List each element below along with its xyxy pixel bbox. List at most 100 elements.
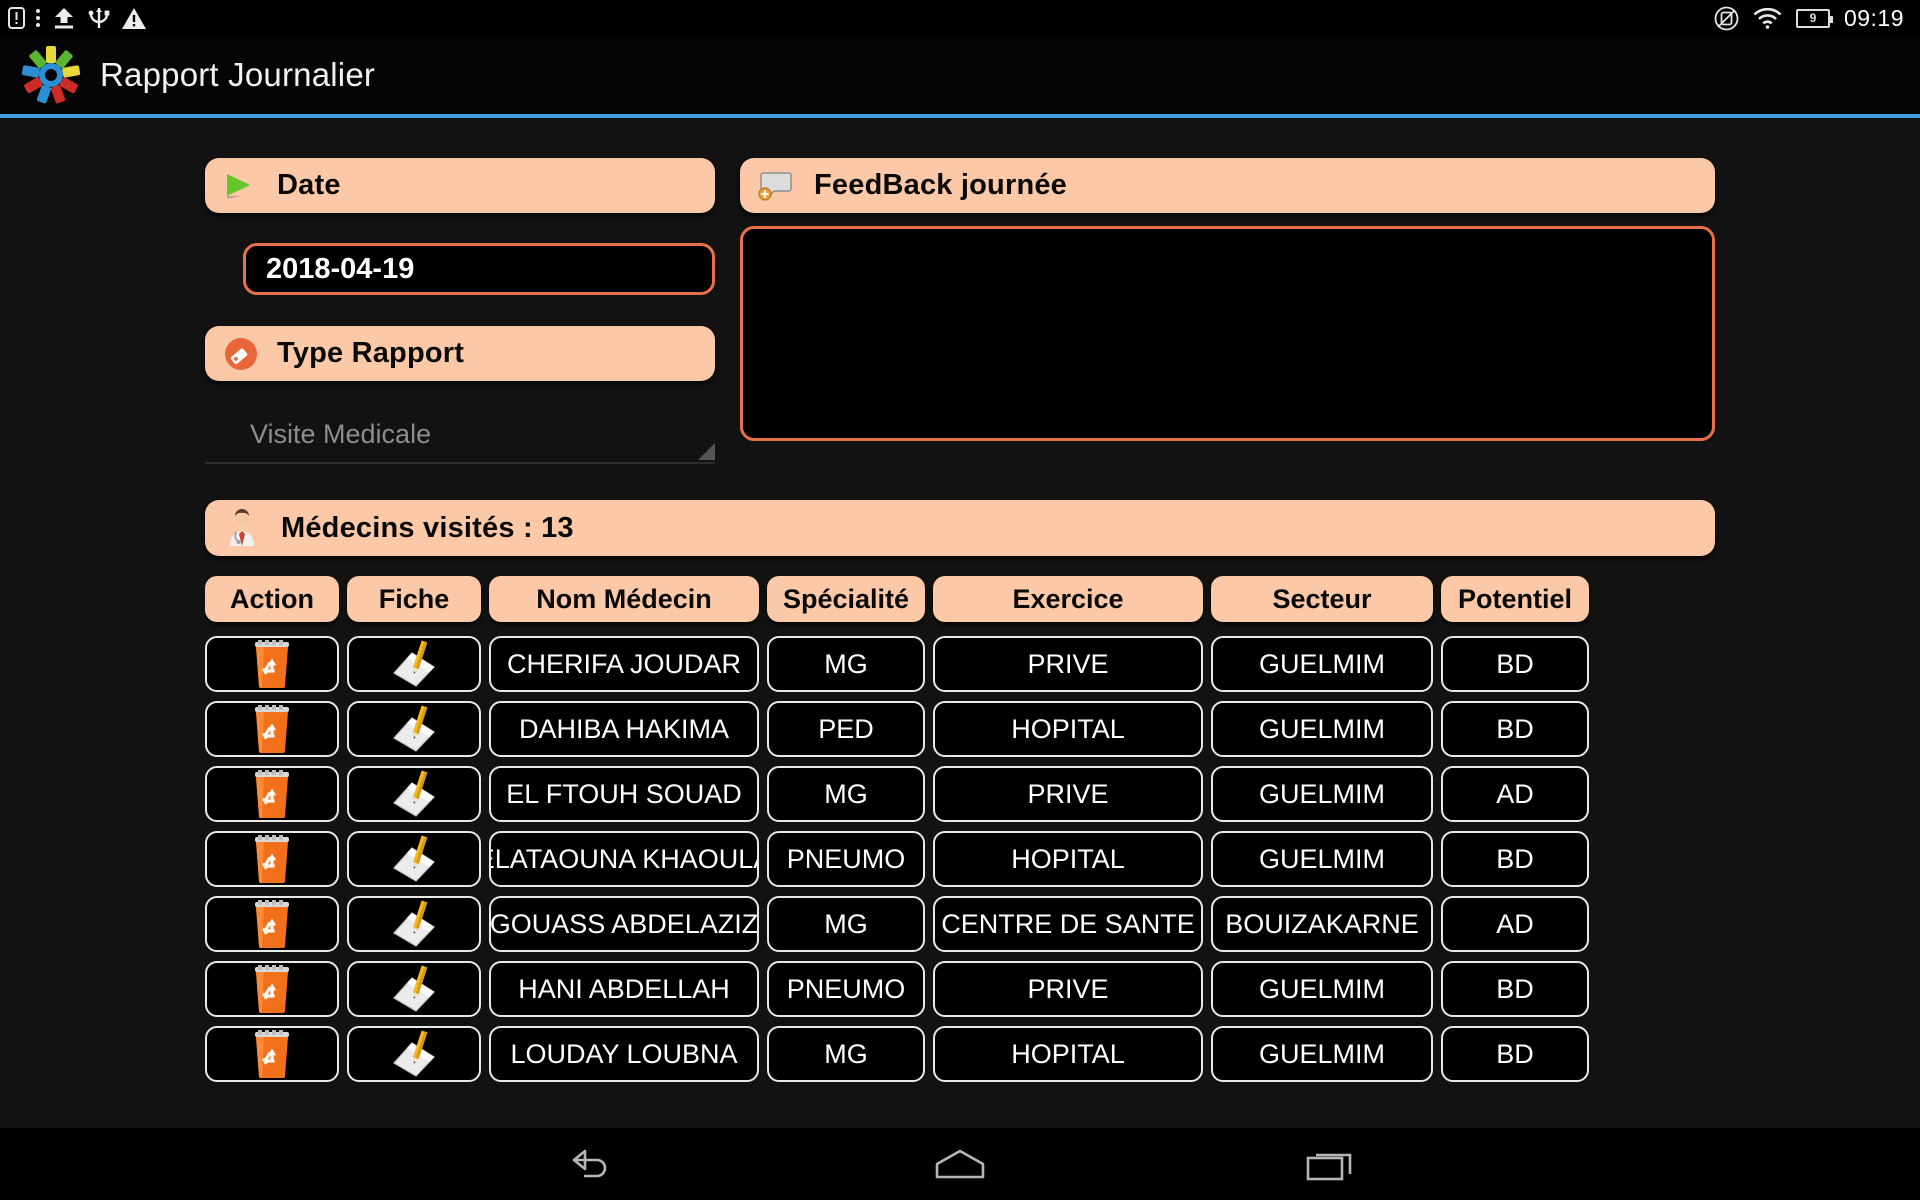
column-header-exercice[interactable]: Exercice	[933, 576, 1203, 622]
notepad-pencil-icon	[388, 834, 440, 884]
cell-exercice: HOPITAL	[933, 701, 1203, 757]
edit-fiche-button[interactable]	[347, 1026, 481, 1082]
cell-secteur: GUELMIM	[1211, 961, 1433, 1017]
cell-exercice: HOPITAL	[933, 1026, 1203, 1082]
trash-recycle-icon	[250, 770, 294, 818]
doctors-visited-bar: Médecins visités : 13	[205, 500, 1715, 556]
cell-exercice: CENTRE DE SANTE	[933, 896, 1203, 952]
cell-specialite: PNEUMO	[767, 961, 925, 1017]
cell-potentiel: BD	[1441, 636, 1589, 692]
cell-potentiel: AD	[1441, 896, 1589, 952]
android-navigation-bar	[0, 1128, 1920, 1200]
status-bar-right-icons: 9 09:19	[1714, 5, 1920, 32]
cell-nom-medecin: HANI ABDELLAH	[489, 961, 759, 1017]
trash-recycle-icon	[250, 900, 294, 948]
trash-recycle-icon	[250, 1030, 294, 1078]
recents-icon	[1306, 1153, 1352, 1181]
date-input[interactable]: 2018-04-19	[243, 243, 715, 295]
delete-row-button[interactable]	[205, 831, 339, 887]
delete-row-button[interactable]	[205, 896, 339, 952]
trash-recycle-icon	[250, 640, 294, 688]
trash-recycle-icon	[250, 835, 294, 883]
report-form: Date 2018-04-19 Type Rapport Visite Medi…	[0, 118, 1920, 1128]
table-row: HANI ABDELLAH PNEUMO PRIVE GUELMIM BD	[205, 961, 1715, 1017]
feedback-textarea[interactable]	[740, 226, 1715, 441]
column-header-fiche[interactable]: Fiche	[347, 576, 481, 622]
cell-specialite: MG	[767, 636, 925, 692]
table-body: CHERIFA JOUDAR MG PRIVE GUELMIM BD DAHIBA HAK…	[205, 636, 1715, 1082]
cell-nom-medecin: ELATAOUNA KHAOULA	[489, 831, 759, 887]
usb-icon	[87, 6, 111, 30]
column-header-secteur[interactable]: Secteur	[1211, 576, 1433, 622]
notepad-pencil-icon	[388, 639, 440, 689]
type-rapport-selected-value: Visite Medicale	[250, 418, 432, 449]
trash-recycle-icon	[250, 705, 294, 753]
doctors-table: Action Fiche Nom Médecin Spécialité Exer…	[205, 576, 1715, 1116]
cell-specialite: PED	[767, 701, 925, 757]
status-bar: 9 09:19	[0, 0, 1920, 36]
cell-secteur: GUELMIM	[1211, 1026, 1433, 1082]
cell-exercice: PRIVE	[933, 766, 1203, 822]
upload-icon	[51, 6, 77, 30]
column-header-action[interactable]: Action	[205, 576, 339, 622]
nav-recents-button[interactable]	[1230, 1147, 1430, 1181]
cell-secteur: GUELMIM	[1211, 701, 1433, 757]
rotation-locked-icon	[1714, 6, 1739, 31]
chevron-down-icon	[698, 443, 715, 460]
status-bar-left-icons	[0, 6, 147, 30]
cell-potentiel: AD	[1441, 766, 1589, 822]
cell-potentiel: BD	[1441, 961, 1589, 1017]
delete-row-button[interactable]	[205, 766, 339, 822]
doctor-avatar-icon	[225, 509, 259, 547]
delete-row-button[interactable]	[205, 636, 339, 692]
cell-specialite: MG	[767, 896, 925, 952]
notepad-pencil-icon	[388, 964, 440, 1014]
back-icon	[572, 1149, 607, 1178]
edit-fiche-button[interactable]	[347, 636, 481, 692]
play-triangle-icon	[223, 171, 255, 201]
column-header-potentiel[interactable]: Potentiel	[1441, 576, 1589, 622]
feedback-label: FeedBack journée	[814, 169, 1068, 201]
edit-fiche-button[interactable]	[347, 961, 481, 1017]
app-title-bar: Rapport Journalier	[0, 36, 1920, 114]
type-rapport-section-header: Type Rapport	[205, 326, 715, 381]
delete-row-button[interactable]	[205, 1026, 339, 1082]
type-rapport-label: Type Rapport	[277, 337, 465, 369]
edit-fiche-button[interactable]	[347, 701, 481, 757]
cell-nom-medecin: GOUASS ABDELAZIZ	[489, 896, 759, 952]
feedback-section-header: FeedBack journée	[740, 158, 1715, 213]
edit-fiche-button[interactable]	[347, 896, 481, 952]
column-header-specialite[interactable]: Spécialité	[767, 576, 925, 622]
battery-indicator: 9	[1795, 8, 1833, 28]
date-label: Date	[277, 169, 341, 201]
cell-potentiel: BD	[1441, 701, 1589, 757]
edit-fiche-button[interactable]	[347, 831, 481, 887]
notepad-pencil-icon	[388, 1029, 440, 1079]
table-row: EL FTOUH SOUAD MG PRIVE GUELMIM AD	[205, 766, 1715, 822]
date-section-header: Date	[205, 158, 715, 213]
edit-fiche-button[interactable]	[347, 766, 481, 822]
tag-icon	[223, 336, 259, 372]
cell-exercice: HOPITAL	[933, 831, 1203, 887]
wifi-icon	[1753, 7, 1782, 29]
notepad-pencil-icon	[388, 769, 440, 819]
notepad-pencil-icon	[388, 704, 440, 754]
sim-card-icon	[8, 7, 25, 29]
nav-home-button[interactable]	[860, 1147, 1060, 1181]
cell-nom-medecin: CHERIFA JOUDAR	[489, 636, 759, 692]
date-value: 2018-04-19	[266, 252, 415, 285]
cell-nom-medecin: DAHIBA HAKIMA	[489, 701, 759, 757]
comment-bubble-icon	[758, 170, 794, 202]
cell-secteur: BOUIZAKARNE	[1211, 896, 1433, 952]
column-header-nom[interactable]: Nom Médecin	[489, 576, 759, 622]
cell-exercice: PRIVE	[933, 636, 1203, 692]
delete-row-button[interactable]	[205, 701, 339, 757]
status-bar-clock: 09:19	[1843, 4, 1904, 31]
type-rapport-select[interactable]: Visite Medicale	[205, 406, 715, 464]
nav-back-button[interactable]	[490, 1147, 690, 1181]
cell-specialite: PNEUMO	[767, 831, 925, 887]
delete-row-button[interactable]	[205, 961, 339, 1017]
table-header-row: Action Fiche Nom Médecin Spécialité Exer…	[205, 576, 1715, 622]
cell-potentiel: BD	[1441, 831, 1589, 887]
more-vert-icon	[35, 7, 41, 29]
